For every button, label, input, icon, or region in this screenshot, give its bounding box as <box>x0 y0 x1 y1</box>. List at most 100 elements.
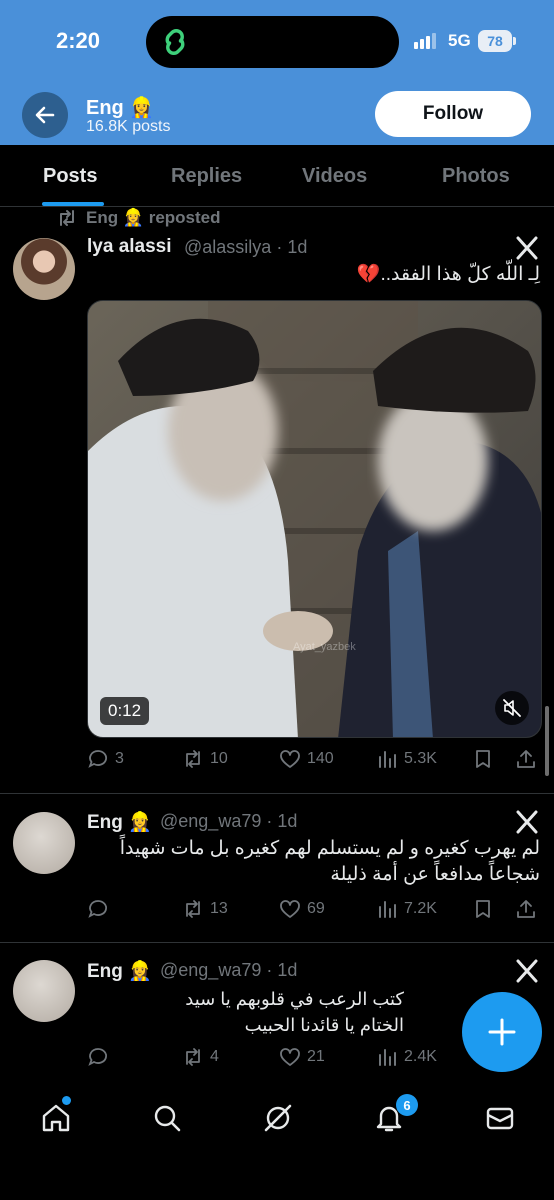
video-watermark: Ayat_yazbek <box>293 641 356 653</box>
plus-icon <box>488 1018 516 1046</box>
x-logo-icon <box>516 959 538 983</box>
heart-icon <box>280 1048 300 1066</box>
speaker-muted-icon <box>503 699 521 717</box>
battery-icon: 78 <box>478 30 516 52</box>
tweet-author-handle[interactable]: @eng_wa79 · 1d <box>160 811 297 832</box>
profile-header: 2:20 5G 78 Eng 👷‍♀️ 16.8K posts Follow <box>0 0 554 145</box>
view-count: 7.2K <box>404 900 437 917</box>
follow-button[interactable]: Follow <box>375 91 531 137</box>
nav-grok[interactable] <box>258 1098 298 1138</box>
grok-icon <box>264 1104 292 1132</box>
analytics-icon <box>379 751 396 768</box>
view-count: 2.4K <box>404 1048 437 1065</box>
signal-icon <box>414 33 436 49</box>
tab-replies[interactable]: Replies <box>171 165 242 188</box>
tweet-author-name[interactable]: lya alassi <box>87 236 172 258</box>
bookmark-button[interactable] <box>472 898 494 920</box>
like-count: 140 <box>307 750 334 767</box>
repost-icon <box>186 1048 200 1066</box>
views-button[interactable]: 2.4K <box>376 1046 437 1068</box>
active-tab-indicator <box>42 202 104 206</box>
tweet-author-handle[interactable]: @eng_wa79 · 1d <box>160 960 297 981</box>
repost-notice-text: Eng 👷‍♀️ reposted <box>86 208 221 227</box>
heart-icon <box>280 900 300 918</box>
bookmark-icon <box>476 900 490 918</box>
tweet-video[interactable]: Ayat_yazbek 0:12 <box>87 300 542 738</box>
dynamic-island <box>146 16 399 68</box>
profile-posts-count: 16.8K posts <box>86 118 171 135</box>
tweet-text: كتب الرعب في قلوبهم يا سيد الختام يا قائ… <box>185 989 404 1035</box>
tweet-text: لم يهرب كغيره و لم يستسلم لهم كغيره بل م… <box>119 838 540 885</box>
nav-search[interactable] <box>147 1098 187 1138</box>
reply-count: 3 <box>115 750 124 767</box>
profile-name: Eng 👷‍♀️ <box>86 97 155 119</box>
status-time: 2:20 <box>56 28 101 53</box>
share-icon <box>517 750 535 768</box>
tweet-author-handle[interactable]: @alassilya · 1d <box>184 237 307 258</box>
repost-button[interactable]: 4 <box>182 1046 219 1068</box>
repost-icon <box>186 750 200 768</box>
home-unread-dot <box>62 1096 71 1105</box>
video-thumbnail <box>88 301 541 737</box>
home-icon <box>42 1104 70 1132</box>
bookmark-button[interactable] <box>472 748 494 770</box>
mute-button[interactable] <box>495 691 529 725</box>
reply-icon <box>88 1048 107 1066</box>
like-button[interactable]: 21 <box>279 1046 325 1068</box>
repost-button[interactable]: 10 <box>182 748 228 770</box>
nav-home[interactable] <box>36 1098 76 1138</box>
share-button[interactable] <box>515 748 537 770</box>
share-button[interactable] <box>515 898 537 920</box>
share-icon <box>517 900 535 918</box>
compose-button[interactable] <box>462 992 542 1072</box>
reply-button[interactable] <box>87 1046 115 1068</box>
status-bar: 2:20 5G 78 <box>0 0 554 80</box>
repost-icon <box>60 210 74 226</box>
reply-button[interactable]: 3 <box>87 748 124 770</box>
repost-count: 13 <box>210 900 228 917</box>
arrow-left-icon <box>35 106 55 124</box>
repost-button[interactable]: 13 <box>182 898 228 920</box>
nav-messages[interactable] <box>480 1098 520 1138</box>
avatar[interactable] <box>13 960 75 1022</box>
tweet-divider <box>0 942 554 943</box>
video-duration: 0:12 <box>100 697 150 725</box>
reply-button[interactable] <box>87 898 115 920</box>
back-button[interactable] <box>22 92 68 138</box>
tweet-author-name[interactable]: Eng 👷‍♀️ <box>87 810 152 834</box>
reply-icon <box>88 900 107 918</box>
tweet-divider <box>0 793 554 794</box>
profile-tabs: Posts Replies Videos Photos <box>0 145 554 207</box>
avatar[interactable] <box>13 238 75 300</box>
views-button[interactable]: 5.3K <box>376 748 437 770</box>
analytics-icon <box>379 901 396 918</box>
envelope-icon <box>486 1107 514 1130</box>
repost-notice: Eng 👷‍♀️ reposted <box>56 208 221 228</box>
tab-videos[interactable]: Videos <box>302 165 367 188</box>
like-count: 69 <box>307 900 325 917</box>
tab-photos[interactable]: Photos <box>442 165 510 188</box>
x-logo-icon <box>516 810 538 834</box>
reply-icon <box>88 750 107 768</box>
tab-posts[interactable]: Posts <box>43 165 97 188</box>
tweet-actions: 3 10 140 5.3K <box>87 748 542 778</box>
view-count: 5.3K <box>404 750 437 767</box>
analytics-icon <box>379 1049 396 1066</box>
tweet-actions: 13 69 7.2K <box>87 898 542 928</box>
like-button[interactable]: 69 <box>279 898 325 920</box>
tweet-author-name[interactable]: Eng 👷‍♀️ <box>87 959 152 983</box>
bottom-navigation: 6 <box>0 1078 554 1200</box>
repost-icon <box>186 900 200 918</box>
scrollbar[interactable] <box>545 706 549 776</box>
repost-count: 4 <box>210 1048 219 1065</box>
like-button[interactable]: 140 <box>279 748 334 770</box>
x-logo-icon <box>516 236 538 260</box>
like-count: 21 <box>307 1048 325 1065</box>
link-icon <box>165 29 185 55</box>
bookmark-icon <box>476 750 490 768</box>
search-icon <box>154 1105 181 1132</box>
heart-icon <box>280 750 300 768</box>
avatar[interactable] <box>13 812 75 874</box>
views-button[interactable]: 7.2K <box>376 898 437 920</box>
repost-count: 10 <box>210 750 228 767</box>
